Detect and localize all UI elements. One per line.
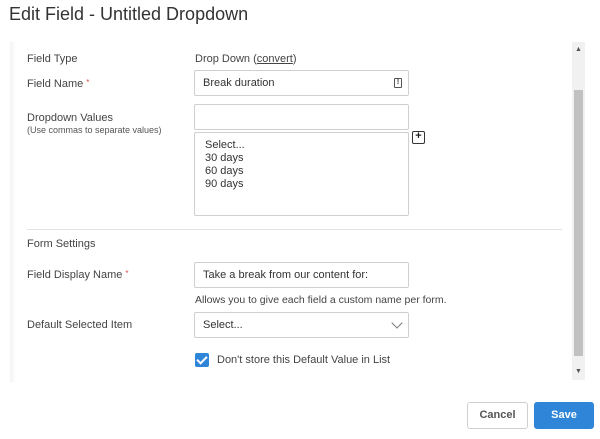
field-name-input[interactable]: Break duration [194,70,409,96]
scroll-down-icon[interactable]: ▼ [572,366,585,378]
default-item-label: Default Selected Item [27,319,133,331]
convert-link[interactable]: convert [257,53,293,65]
plus-icon[interactable]: + [412,131,425,144]
display-name-help: Allows you to give each field a custom n… [195,294,447,306]
default-item-value: Select... [203,319,243,331]
scroll-thumb[interactable] [574,90,583,356]
field-type-value: Drop Down (convert) [195,53,297,65]
list-item[interactable]: 30 days [205,152,398,165]
field-info-icon[interactable]: ! [394,78,402,88]
field-type-text: Drop Down [195,53,251,65]
scroll-up-icon[interactable]: ▲ [572,44,585,56]
dropdown-values-input[interactable] [194,104,409,130]
required-mark: * [86,78,90,87]
section-divider [27,229,562,230]
display-name-input[interactable]: Take a break from our content for: [194,262,409,288]
panel-shade [10,42,16,382]
field-name-value: Break duration [203,77,275,89]
list-item[interactable]: Select... [205,139,398,152]
list-item[interactable]: 60 days [205,165,398,178]
required-mark: * [125,269,129,278]
display-name-value: Take a break from our content for: [203,269,369,281]
dropdown-values-label: Dropdown Values [27,112,114,124]
cancel-button[interactable]: Cancel [467,402,528,429]
form-settings-heading: Form Settings [27,238,96,250]
dropdown-values-list[interactable]: Select... 30 days 60 days 90 days [194,132,409,216]
display-name-label-text: Field Display Name [27,269,123,281]
dont-store-label[interactable]: Don't store this Default Value in List [217,354,390,366]
list-item[interactable]: 90 days [205,178,398,191]
scrollbar[interactable]: ▲ ▼ [572,42,585,380]
save-button[interactable]: Save [534,402,594,429]
display-name-label: Field Display Name * [27,269,129,281]
field-name-label: Field Name * [27,78,89,90]
field-type-label: Field Type [27,53,78,65]
default-item-select[interactable]: Select... [194,312,409,338]
field-name-label-text: Field Name [27,78,84,90]
page-title: Edit Field - Untitled Dropdown [9,4,249,24]
dropdown-values-hint: (Use commas to separate values) [27,125,162,135]
dont-store-checkbox[interactable] [195,353,209,367]
